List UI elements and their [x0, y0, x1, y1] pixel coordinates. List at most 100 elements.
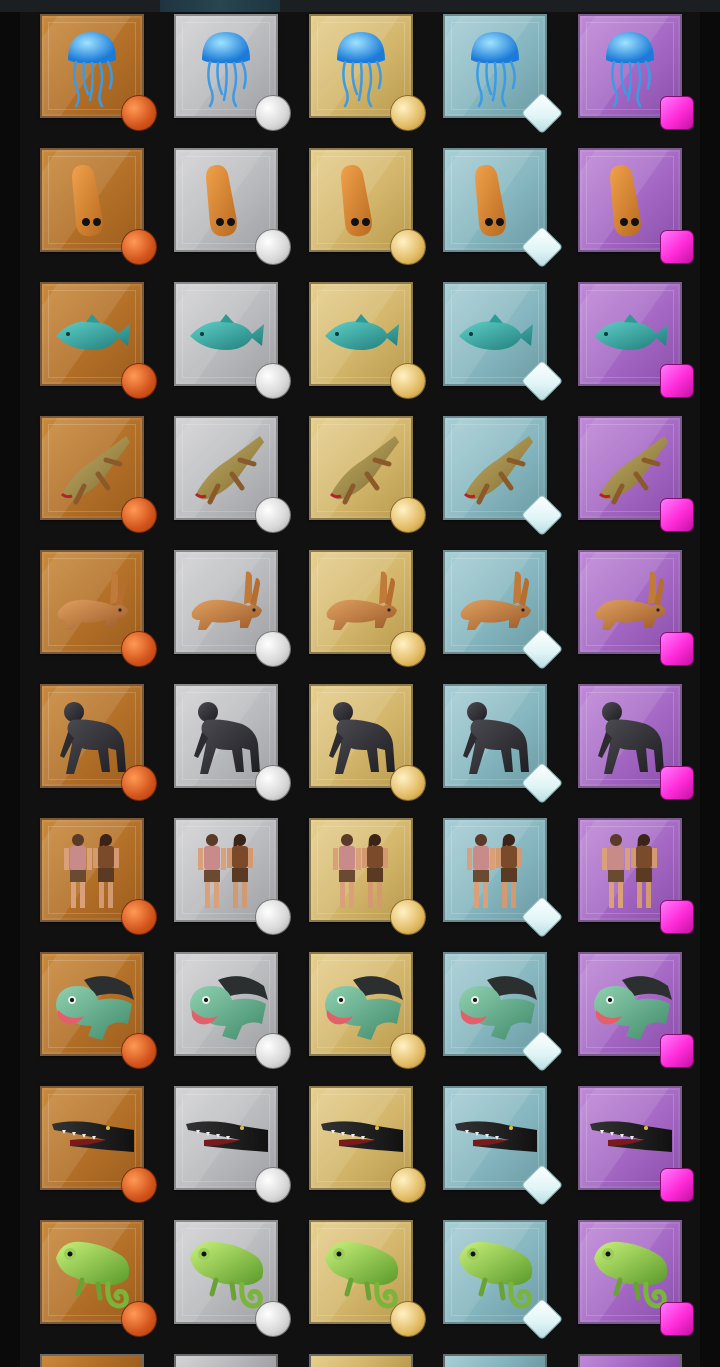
amphibian-gold-card[interactable] — [309, 416, 425, 532]
gold-coin-icon — [391, 1302, 425, 1336]
chimpanzee-gold-card[interactable] — [309, 684, 425, 800]
larva-silver-card[interactable] — [174, 148, 290, 264]
humans-diamond-card[interactable] — [443, 818, 562, 937]
silver-tier-badge-icon — [256, 364, 290, 398]
bronze-tier-badge-icon — [122, 1034, 156, 1068]
amphibian-silver-card[interactable] — [174, 416, 290, 532]
peek-card-diamond[interactable] — [443, 1354, 547, 1367]
amphibian-purple-card[interactable] — [578, 416, 693, 531]
purple-tier-badge-icon — [660, 766, 694, 800]
rabbit-diamond-card[interactable] — [443, 550, 562, 669]
chimpanzee-purple-card[interactable] — [578, 684, 693, 799]
silver-tier-badge-icon — [256, 1168, 290, 1202]
humans-purple-card[interactable] — [578, 818, 693, 933]
crocodile-diamond-card[interactable] — [443, 1086, 562, 1205]
rabbit-gold-card[interactable] — [309, 550, 425, 666]
silver-tier-badge-icon — [256, 1302, 290, 1336]
amphibian-diamond-card[interactable] — [443, 416, 562, 535]
jellyfish-diamond-card[interactable] — [443, 14, 562, 133]
rabbit-silver-card[interactable] — [174, 550, 290, 666]
next-row-peek — [40, 1354, 700, 1367]
diamond-tier-badge-icon — [522, 93, 562, 133]
crocodile-silver-card[interactable] — [174, 1086, 290, 1202]
jellyfish-gold-card[interactable] — [309, 14, 425, 130]
purple-tier-badge-icon — [660, 364, 694, 398]
right-border — [700, 0, 720, 1367]
diamond-tier-badge-icon — [522, 897, 562, 937]
peek-card-gold[interactable] — [309, 1354, 413, 1367]
turtle-bronze-card[interactable] — [40, 952, 156, 1068]
humans-silver-card[interactable] — [174, 818, 290, 934]
chimpanzee-silver-card[interactable] — [174, 684, 290, 800]
bronze-tier-badge-icon — [122, 900, 156, 934]
collection-row-fish — [40, 280, 700, 414]
rabbit-bronze-card[interactable] — [40, 550, 156, 666]
turtle-gold-card[interactable] — [309, 952, 425, 1068]
diamond-coin-icon — [522, 227, 562, 267]
fish-purple-card[interactable] — [578, 282, 693, 397]
silver-coin-icon — [256, 1168, 290, 1202]
jellyfish-purple-card[interactable] — [578, 14, 693, 129]
chameleon-silver-card[interactable] — [174, 1220, 290, 1336]
larva-gold-card[interactable] — [309, 148, 425, 264]
rabbit-purple-card[interactable] — [578, 550, 693, 665]
turtle-silver-card[interactable] — [174, 952, 290, 1068]
peek-card-purple[interactable] — [578, 1354, 682, 1367]
diamond-coin-icon — [522, 763, 562, 803]
crocodile-gold-card[interactable] — [309, 1086, 425, 1202]
diamond-tier-badge-icon — [522, 1031, 562, 1071]
gold-coin-icon — [391, 96, 425, 130]
gold-tier-badge-icon — [391, 766, 425, 800]
larva-diamond-card[interactable] — [443, 148, 562, 267]
jellyfish-silver-card[interactable] — [174, 14, 290, 130]
purple-coin-icon — [661, 633, 693, 665]
chameleon-bronze-card[interactable] — [40, 1220, 156, 1336]
larva-bronze-card[interactable] — [40, 148, 156, 264]
chameleon-gold-card[interactable] — [309, 1220, 425, 1336]
silver-coin-icon — [256, 1034, 290, 1068]
turtle-purple-card[interactable] — [578, 952, 693, 1067]
fish-bronze-card[interactable] — [40, 282, 156, 398]
bronze-tier-badge-icon — [122, 1302, 156, 1336]
diamond-coin-icon — [522, 93, 562, 133]
chameleon-purple-card[interactable] — [578, 1220, 693, 1335]
humans-gold-card[interactable] — [309, 818, 425, 934]
bronze-coin-icon — [122, 96, 156, 130]
silver-tier-badge-icon — [256, 900, 290, 934]
humans-bronze-card[interactable] — [40, 818, 156, 934]
purple-coin-icon — [661, 1035, 693, 1067]
gold-tier-badge-icon — [391, 1168, 425, 1202]
turtle-diamond-card[interactable] — [443, 952, 562, 1071]
fish-silver-card[interactable] — [174, 282, 290, 398]
collection-row-chimpanzee — [40, 682, 700, 816]
peek-card-silver[interactable] — [174, 1354, 278, 1367]
jellyfish-bronze-card[interactable] — [40, 14, 156, 130]
silver-coin-icon — [256, 364, 290, 398]
fish-diamond-card[interactable] — [443, 282, 562, 401]
bronze-tier-badge-icon — [122, 498, 156, 532]
amphibian-bronze-card[interactable] — [40, 416, 156, 532]
crocodile-purple-card[interactable] — [578, 1086, 693, 1201]
chimpanzee-diamond-card[interactable] — [443, 684, 562, 803]
crocodile-bronze-card[interactable] — [40, 1086, 156, 1202]
collection-row-crocodile — [40, 1084, 700, 1218]
silver-coin-icon — [256, 1302, 290, 1336]
fish-gold-card[interactable] — [309, 282, 425, 398]
chameleon-diamond-card[interactable] — [443, 1220, 562, 1339]
peek-card-bronze[interactable] — [40, 1354, 144, 1367]
gold-tier-badge-icon — [391, 900, 425, 934]
purple-coin-icon — [661, 767, 693, 799]
diamond-coin-icon — [522, 1031, 562, 1071]
diamond-tier-badge-icon — [522, 629, 562, 669]
silver-tier-badge-icon — [256, 766, 290, 800]
gold-coin-icon — [391, 364, 425, 398]
gold-tier-badge-icon — [391, 1302, 425, 1336]
larva-purple-card[interactable] — [578, 148, 693, 263]
purple-coin-icon — [661, 231, 693, 263]
bronze-coin-icon — [122, 498, 156, 532]
bronze-tier-badge-icon — [122, 364, 156, 398]
chimpanzee-bronze-card[interactable] — [40, 684, 156, 800]
collection-row-humans — [40, 816, 700, 950]
bronze-tier-badge-icon — [122, 96, 156, 130]
diamond-coin-icon — [522, 361, 562, 401]
